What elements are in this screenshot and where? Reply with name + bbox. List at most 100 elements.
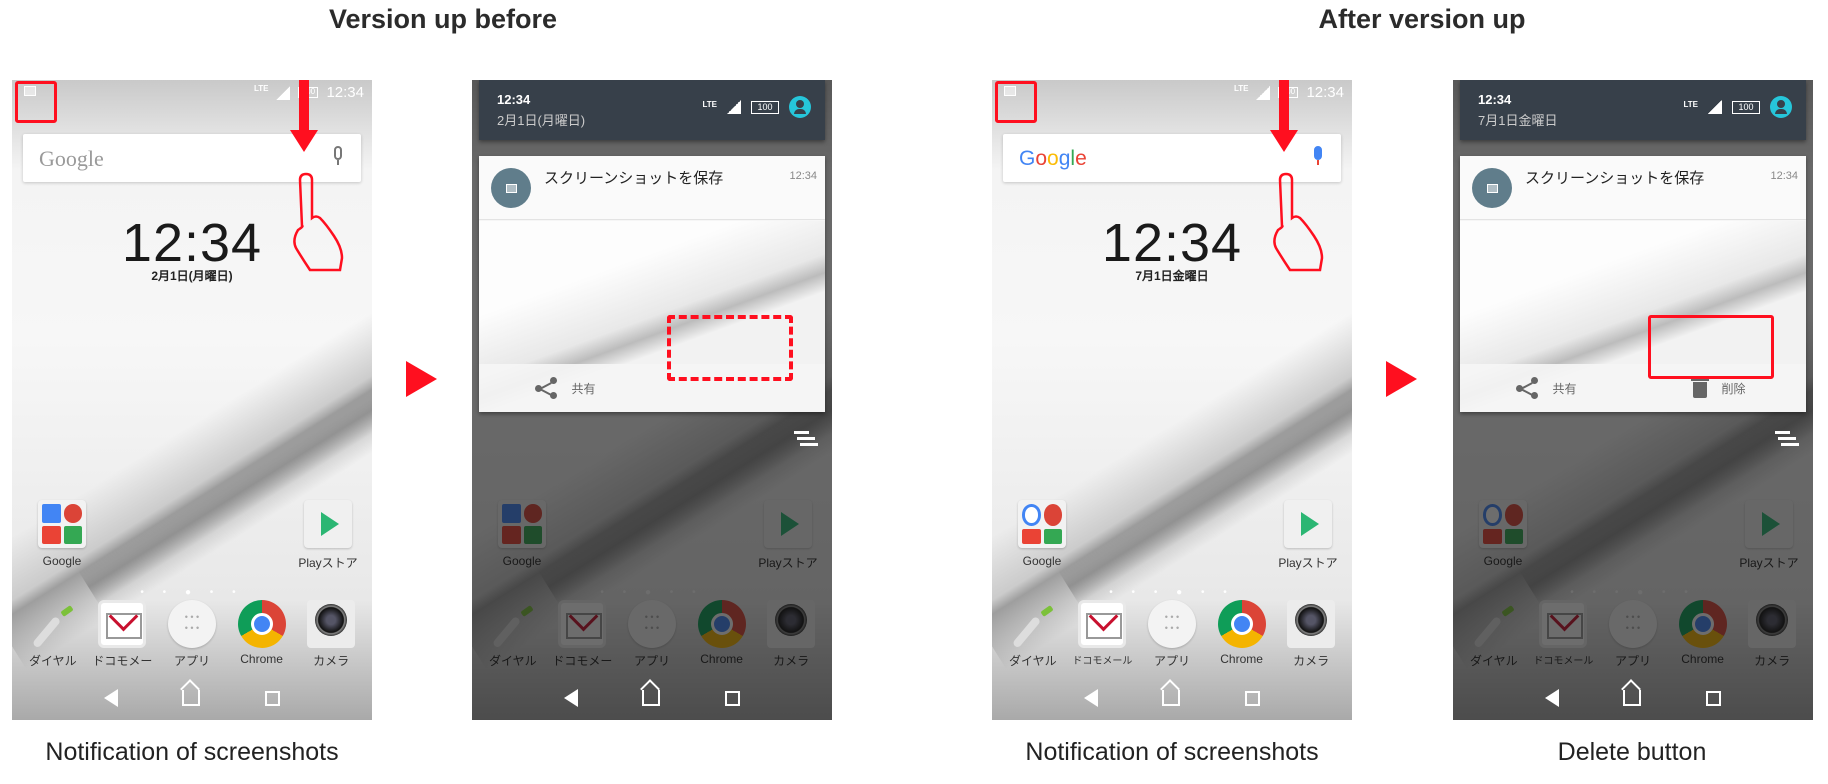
trash-icon xyxy=(1691,378,1710,398)
shade-date: 2月1日(月曜日) xyxy=(497,113,586,128)
back-icon[interactable] xyxy=(1545,689,1560,707)
shade-time: 12:34 xyxy=(1478,92,1512,107)
user-avatar-icon[interactable] xyxy=(789,96,811,118)
dock-item-apps[interactable]: アプリ xyxy=(159,600,225,669)
battery-icon: 100 xyxy=(1732,100,1760,114)
chrome-icon xyxy=(237,600,286,648)
dock: ダイヤル ドコモメー アプリ Chrome カメラ xyxy=(12,600,372,669)
signal-icon xyxy=(727,100,741,114)
google-folder-icon xyxy=(1018,500,1066,548)
status-bar[interactable]: LTE 100 12:34 xyxy=(12,80,372,106)
phone-home-before: LTE 100 12:34 Google 12:34 2月1日(月曜日) Goo… xyxy=(12,80,372,720)
mic-icon[interactable] xyxy=(333,146,343,168)
app-drawer-icon xyxy=(167,600,216,648)
step-arrow-icon xyxy=(406,361,437,397)
app-label: Google xyxy=(42,554,82,568)
app-label: Playストア xyxy=(1278,556,1338,570)
dock-item-camera[interactable]: カメラ xyxy=(1278,600,1344,669)
dock-item-docomo-mail[interactable]: ドコモメール xyxy=(1069,600,1135,669)
camera-icon xyxy=(1287,600,1336,648)
lte-indicator: LTE xyxy=(253,84,269,93)
phone-home-after: LTE 100 12:34 Google 12:34 7月1日金曜日 Googl… xyxy=(992,80,1352,720)
dock-item-chrome[interactable]: Chrome xyxy=(229,600,295,669)
chrome-icon xyxy=(1217,600,1266,648)
navigation-bar xyxy=(1453,676,1813,720)
signal-icon xyxy=(1256,85,1271,100)
lte-indicator: LTE xyxy=(1683,99,1698,109)
app-play-store[interactable]: Playストア xyxy=(292,500,364,571)
dock-item-dialer[interactable]: ダイヤル xyxy=(20,600,86,669)
delete-button-highlight xyxy=(1648,315,1774,379)
section-title-after: After version up xyxy=(1318,4,1526,34)
signal-icon xyxy=(1708,100,1722,114)
recent-apps-icon[interactable] xyxy=(1244,690,1260,706)
page-indicator: • • • ● • • xyxy=(1109,587,1235,598)
app-folder-google[interactable]: Google xyxy=(32,500,92,568)
step-arrow-icon xyxy=(1386,361,1417,397)
app-folder-google[interactable]: Google xyxy=(1012,500,1072,568)
play-store-icon xyxy=(304,500,352,548)
dismiss-all-icon[interactable] xyxy=(1775,431,1799,449)
section-title-before: Version up before xyxy=(328,4,558,34)
status-bar[interactable]: LTE 100 12:34 xyxy=(992,80,1352,106)
mic-icon[interactable] xyxy=(1313,146,1323,168)
home-icon[interactable] xyxy=(1623,690,1642,706)
recent-apps-icon[interactable] xyxy=(1705,690,1721,706)
notification-title: スクリーンショットを保存 xyxy=(544,170,724,187)
share-icon xyxy=(1516,377,1539,399)
image-icon xyxy=(1472,168,1512,208)
lte-indicator: LTE xyxy=(1233,84,1249,93)
page-indicator: • • ● • • xyxy=(140,587,244,598)
back-icon[interactable] xyxy=(1084,689,1099,707)
navigation-bar xyxy=(12,676,372,720)
notification-shade-header[interactable]: 12:34 7月1日金曜日 LTE 100 xyxy=(1460,80,1806,140)
highlight-box xyxy=(995,81,1037,123)
signal-icon xyxy=(276,85,291,100)
recent-apps-icon[interactable] xyxy=(264,690,280,706)
dock-item-chrome[interactable]: Chrome xyxy=(1209,600,1275,669)
notification-shade-header[interactable]: 12:34 2月1日(月曜日) LTE 100 xyxy=(479,80,825,140)
google-logo: Google xyxy=(1019,147,1087,170)
phone-notification-after: Google Playストア • • • ● • • ダイヤル ドコモメール ア… xyxy=(1453,80,1813,720)
dock-item-apps[interactable]: アプリ xyxy=(1139,600,1205,669)
app-label: Google xyxy=(1022,554,1062,568)
navigation-bar xyxy=(472,676,832,720)
status-time: 12:34 xyxy=(326,84,364,101)
missing-delete-highlight xyxy=(667,315,793,381)
user-avatar-icon[interactable] xyxy=(1770,96,1792,118)
app-drawer-icon xyxy=(1147,600,1196,648)
dock-item-camera[interactable]: カメラ xyxy=(298,600,364,669)
caption-phone-1: Notification of screenshots xyxy=(45,738,339,766)
pointing-hand-icon xyxy=(293,172,344,272)
play-store-icon xyxy=(1284,500,1332,548)
share-icon xyxy=(535,377,558,399)
share-button[interactable]: 共有 xyxy=(479,364,652,412)
app-play-store[interactable]: Playストア xyxy=(1272,500,1344,571)
dock-item-docomo-mail[interactable]: ドコモメー xyxy=(89,600,155,669)
notification-time: 12:34 xyxy=(789,170,817,182)
dock-item-dialer[interactable]: ダイヤル xyxy=(1000,600,1066,669)
home-icon[interactable] xyxy=(1162,690,1181,706)
dismiss-all-icon[interactable] xyxy=(794,431,818,449)
caption-phone-3: Notification of screenshots xyxy=(1025,738,1319,766)
phone-notification-before: Google Playストア • • ● • • ダイヤル ドコモメー アプリ … xyxy=(472,80,832,720)
pointing-hand-icon xyxy=(1273,172,1324,272)
lte-indicator: LTE xyxy=(702,99,717,109)
shade-time: 12:34 xyxy=(497,92,531,107)
battery-icon: 100 xyxy=(751,100,779,114)
google-logo: Google xyxy=(39,146,104,171)
home-icon[interactable] xyxy=(182,690,201,706)
mail-icon xyxy=(1078,600,1127,648)
camera-icon xyxy=(307,600,356,648)
status-time: 12:34 xyxy=(1306,84,1344,101)
share-button[interactable]: 共有 xyxy=(1460,364,1633,412)
highlight-box xyxy=(15,81,57,123)
back-icon[interactable] xyxy=(104,689,119,707)
google-folder-icon xyxy=(38,500,86,548)
recent-apps-icon[interactable] xyxy=(724,690,740,706)
phone-icon xyxy=(1009,600,1057,648)
navigation-bar xyxy=(992,676,1352,720)
dock: ダイヤル ドコモメール アプリ Chrome カメラ xyxy=(992,600,1352,669)
back-icon[interactable] xyxy=(564,689,579,707)
home-icon[interactable] xyxy=(642,690,661,706)
